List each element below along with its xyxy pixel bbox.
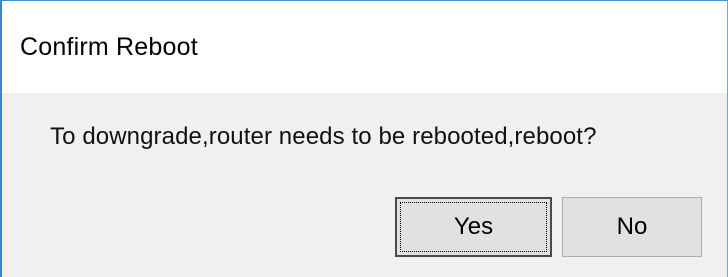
confirm-reboot-dialog: Confirm Reboot To downgrade,router needs… bbox=[0, 0, 728, 277]
yes-button[interactable]: Yes bbox=[395, 197, 552, 257]
no-button-label: No bbox=[616, 213, 648, 240]
dialog-message: To downgrade,router needs to be rebooted… bbox=[50, 123, 597, 150]
yes-button-label: Yes bbox=[453, 213, 494, 240]
dialog-title-bar[interactable]: Confirm Reboot bbox=[2, 1, 727, 93]
no-button[interactable]: No bbox=[562, 197, 702, 257]
dialog-title: Confirm Reboot bbox=[20, 33, 198, 61]
